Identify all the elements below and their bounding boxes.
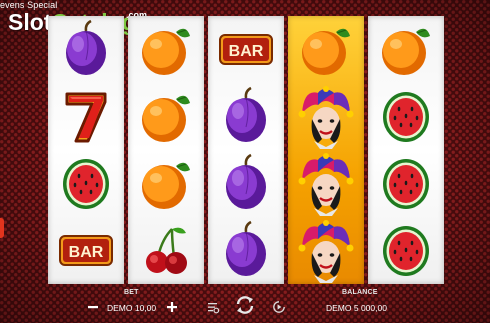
- watermelon-symbol-icon: [368, 83, 444, 150]
- plum-symbol-icon: [208, 83, 284, 150]
- plus-icon[interactable]: [165, 300, 179, 314]
- reel-2: [128, 16, 204, 284]
- side-menu-tab[interactable]: [0, 218, 4, 238]
- orange-symbol-icon: [128, 150, 204, 217]
- plum-symbol-icon: [48, 16, 124, 83]
- bet-label: BET: [124, 289, 139, 296]
- bar-symbol-text: BAR: [69, 244, 104, 261]
- joker-symbol-icon: [288, 150, 364, 217]
- reel-3: BAR: [208, 16, 284, 284]
- reel-5: [368, 16, 444, 284]
- bottom-bar: BET DEMO 10,00 BALANCE DEMO 5 000,00: [0, 286, 490, 323]
- watermelon-symbol-icon: [368, 150, 444, 217]
- seven-symbol-icon: [48, 83, 124, 150]
- settings-sliders-icon[interactable]: [206, 300, 220, 314]
- joker-symbol-icon: [288, 217, 364, 284]
- bet-value: DEMO 10,00: [107, 303, 157, 313]
- balance-value: DEMO 5 000,00: [326, 303, 387, 313]
- plum-symbol-icon: [208, 150, 284, 217]
- watermelon-symbol-icon: [368, 217, 444, 284]
- balance-label: BALANCE: [342, 289, 378, 296]
- joker-symbol-icon: [288, 83, 364, 150]
- minus-icon[interactable]: [86, 300, 100, 314]
- cherries-symbol-icon: [128, 217, 204, 284]
- orange-symbol-icon: [368, 16, 444, 83]
- reel-area: BAR BAR: [48, 16, 444, 284]
- orange-symbol-icon: [288, 16, 364, 83]
- orange-symbol-icon: [128, 16, 204, 83]
- spin-arrows-icon[interactable]: [233, 293, 257, 317]
- bar-symbol-icon: BAR: [48, 217, 124, 284]
- bar-symbol-text: BAR: [229, 43, 264, 60]
- watermelon-symbol-icon: [48, 150, 124, 217]
- plum-symbol-icon: [208, 217, 284, 284]
- reel-1: BAR: [48, 16, 124, 284]
- watermark-part-1: Slot: [8, 9, 52, 35]
- autoplay-icon[interactable]: [272, 300, 286, 314]
- reel-4: [288, 16, 364, 284]
- orange-symbol-icon: [128, 83, 204, 150]
- bar-symbol-icon: BAR: [208, 16, 284, 83]
